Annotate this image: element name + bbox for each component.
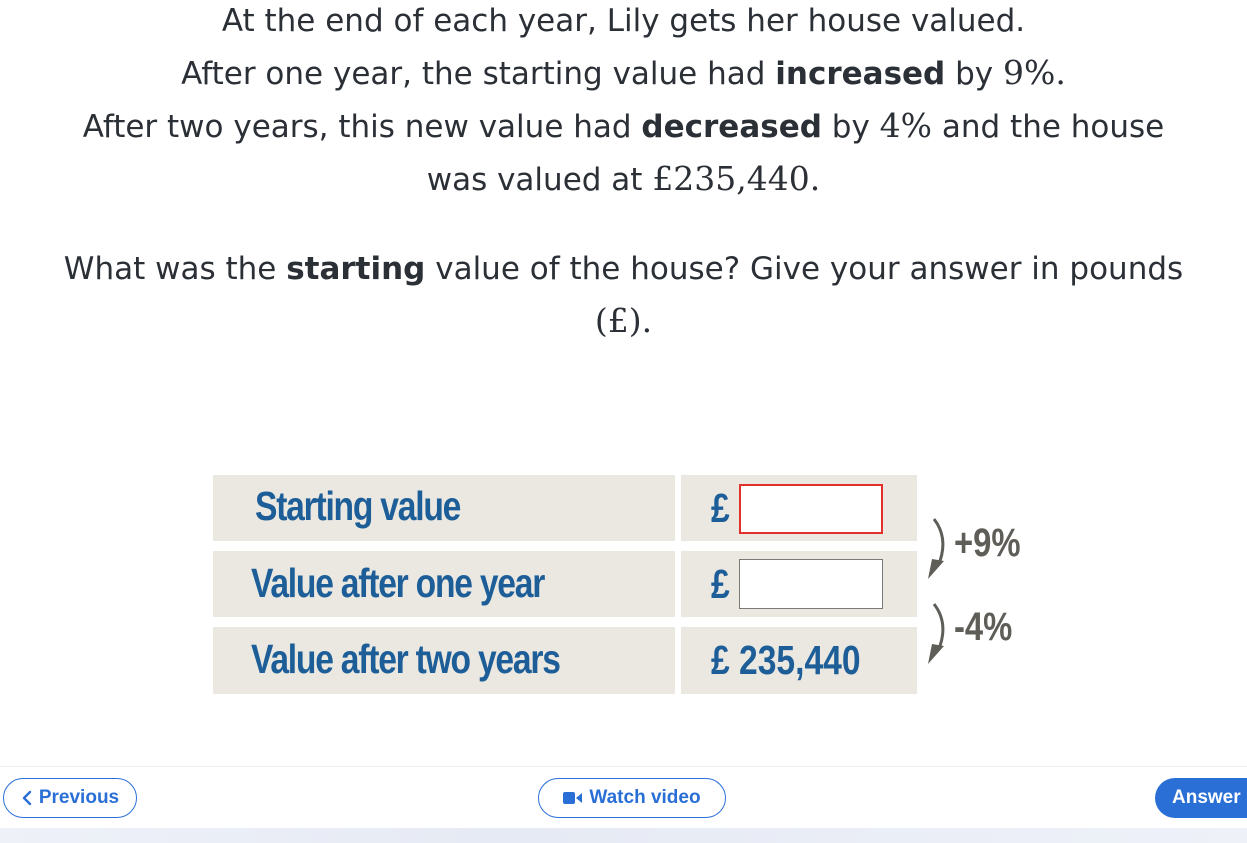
change-decrease-label: -4% [954, 605, 1013, 649]
row-label-starting-value: Starting value [255, 483, 461, 529]
footer-divider [0, 766, 1247, 767]
two-years-value: £ 235,440 [711, 637, 861, 683]
one-year-value-input[interactable] [739, 559, 883, 609]
watch-video-button[interactable]: Watch video [538, 778, 726, 818]
arrow-increase-icon [928, 518, 945, 579]
value-table: Starting value £ Value after one year £ … [213, 475, 917, 694]
row-two-years-value-cell: £ 235,440 [681, 627, 917, 694]
currency-symbol: £ [711, 561, 730, 607]
question-line-3: After two years, this new value had decr… [82, 106, 1165, 145]
row-one-year-label-cell: Value after one year [213, 551, 675, 617]
video-camera-icon [563, 791, 583, 805]
answer-button-label: Answer [1172, 787, 1241, 808]
answer-button[interactable]: Answer [1155, 778, 1247, 818]
question-line-1: At the end of each year, Lily gets her h… [221, 3, 1026, 39]
previous-button-label: Previous [38, 787, 120, 808]
row-starting-label-cell: Starting value [213, 475, 675, 541]
row-label-one-year: Value after one year [251, 560, 545, 606]
row-two-years-label-cell: Value after two years [213, 627, 675, 694]
previous-button[interactable]: Previous [3, 778, 137, 818]
footer-band [0, 828, 1247, 843]
chevron-left-icon [21, 790, 33, 806]
question-text: At the end of each year, Lily gets her h… [0, 0, 1247, 206]
question-line-4: was valued at £235,440. [426, 159, 821, 198]
change-increase-label: +9% [954, 521, 1021, 565]
currency-symbol: £ [711, 485, 730, 531]
question-line-2: After one year, the starting value had i… [181, 53, 1066, 92]
watch-video-label: Watch video [589, 787, 701, 808]
question-prompt-line-1: What was the starting value of the house… [63, 251, 1184, 287]
starting-value-input[interactable] [739, 484, 883, 534]
row-starting-value-cell: £ [681, 475, 917, 541]
row-one-year-value-cell: £ [681, 551, 917, 617]
row-label-two-years: Value after two years [251, 636, 561, 682]
question-prompt-line-2: (£). [594, 301, 653, 340]
question-prompt: What was the starting value of the house… [0, 244, 1247, 348]
arrow-decrease-icon [928, 603, 945, 664]
